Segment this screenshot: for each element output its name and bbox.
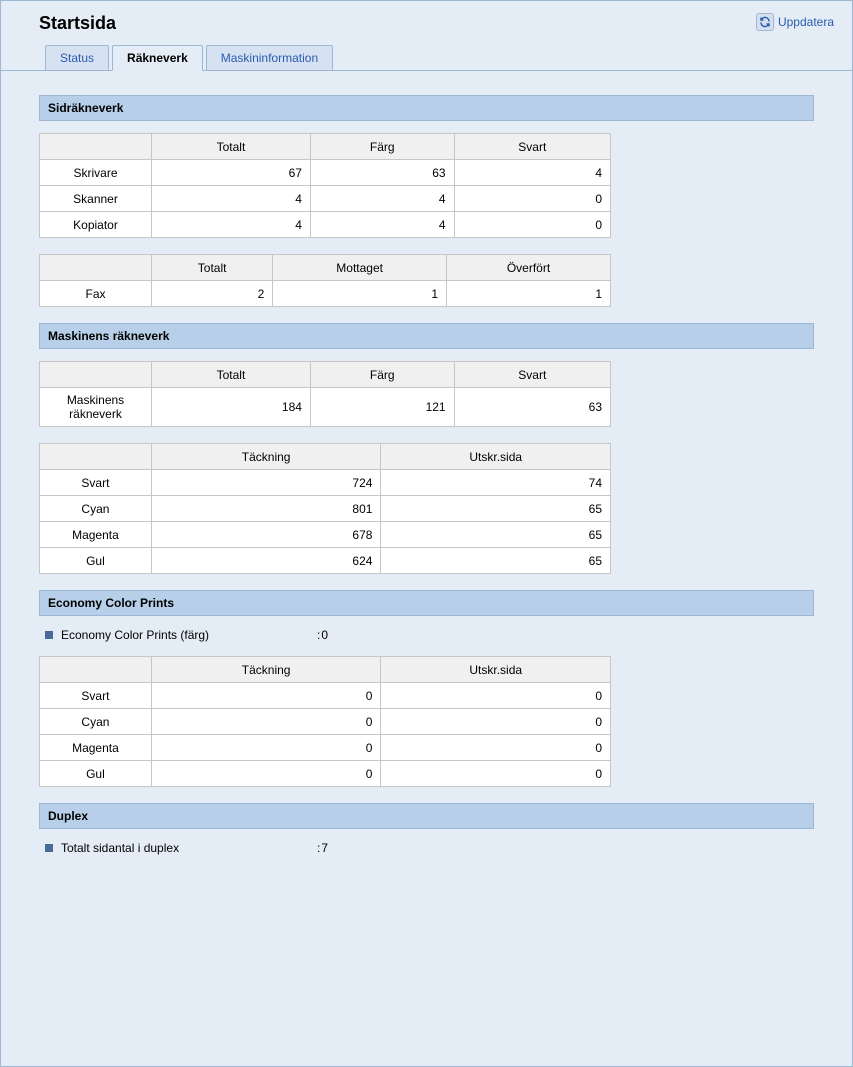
refresh-label: Uppdatera xyxy=(778,15,834,29)
row-label: Fax xyxy=(40,281,152,307)
refresh-icon xyxy=(756,13,774,31)
table-sidrakneverk: Totalt Färg Svart Skrivare 67 63 4 Skann… xyxy=(39,133,611,238)
economy-label: Economy Color Prints (färg) xyxy=(61,628,317,642)
table-row: Magenta 678 65 xyxy=(40,522,611,548)
tab-maskininformation[interactable]: Maskininformation xyxy=(206,45,333,71)
cell-value: 0 xyxy=(151,709,381,735)
cell-value: 4 xyxy=(454,160,610,186)
bullet-icon xyxy=(45,844,53,852)
kv-colon: : xyxy=(317,841,320,855)
table-row: Gul 624 65 xyxy=(40,548,611,574)
cell-value: 724 xyxy=(151,470,381,496)
table-row: Skanner 4 4 0 xyxy=(40,186,611,212)
cell-value: 624 xyxy=(151,548,381,574)
table-row: Svart 0 0 xyxy=(40,683,611,709)
row-label: Gul xyxy=(40,761,152,787)
section-maskinens: Maskinens räkneverk xyxy=(39,323,814,349)
cell-value: 63 xyxy=(310,160,454,186)
bullet-icon xyxy=(45,631,53,639)
row-label: Skrivare xyxy=(40,160,152,186)
col-utskr: Utskr.sida xyxy=(381,444,611,470)
row-label: Magenta xyxy=(40,735,152,761)
table-row: Cyan 0 0 xyxy=(40,709,611,735)
cell-value: 0 xyxy=(381,761,611,787)
col-overfort: Överfört xyxy=(447,255,611,281)
cell-value: 0 xyxy=(151,761,381,787)
cell-value: 184 xyxy=(152,388,311,427)
cell-value: 0 xyxy=(454,212,610,238)
row-label: Svart xyxy=(40,683,152,709)
table-row: Fax 2 1 1 xyxy=(40,281,611,307)
table-row: Svart 724 74 xyxy=(40,470,611,496)
table-economy-coverage: Täckning Utskr.sida Svart 0 0 Cyan 0 0 M… xyxy=(39,656,611,787)
duplex-total-row: Totalt sidantal i duplex : 7 xyxy=(45,841,814,855)
section-duplex: Duplex xyxy=(39,803,814,829)
col-totalt: Totalt xyxy=(152,134,311,160)
duplex-label: Totalt sidantal i duplex xyxy=(61,841,317,855)
row-label: Maskinens räkneverk xyxy=(40,388,152,427)
cell-value: 678 xyxy=(151,522,381,548)
col-farg: Färg xyxy=(310,362,454,388)
table-fax: Totalt Mottaget Överfört Fax 2 1 1 xyxy=(39,254,611,307)
row-label: Gul xyxy=(40,548,152,574)
cell-value: 0 xyxy=(454,186,610,212)
table-row: Cyan 801 65 xyxy=(40,496,611,522)
cell-value: 0 xyxy=(381,735,611,761)
row-label: Svart xyxy=(40,470,152,496)
cell-value: 1 xyxy=(447,281,611,307)
table-row: Magenta 0 0 xyxy=(40,735,611,761)
row-label: Cyan xyxy=(40,709,152,735)
tabs: Status Räkneverk Maskininformation xyxy=(1,44,852,71)
cell-value: 65 xyxy=(381,548,611,574)
cell-value: 0 xyxy=(151,683,381,709)
col-svart: Svart xyxy=(454,362,610,388)
cell-value: 4 xyxy=(310,212,454,238)
cell-value: 74 xyxy=(381,470,611,496)
cell-value: 63 xyxy=(454,388,610,427)
section-sidrakneverk: Sidräkneverk xyxy=(39,95,814,121)
col-svart: Svart xyxy=(454,134,610,160)
cell-value: 4 xyxy=(152,186,311,212)
refresh-button[interactable]: Uppdatera xyxy=(756,13,834,31)
table-row: Skrivare 67 63 4 xyxy=(40,160,611,186)
table-maskinens: Totalt Färg Svart Maskinens räkneverk 18… xyxy=(39,361,611,427)
col-farg: Färg xyxy=(310,134,454,160)
cell-value: 1 xyxy=(273,281,447,307)
cell-value: 0 xyxy=(381,709,611,735)
col-tackning: Täckning xyxy=(151,444,381,470)
col-totalt: Totalt xyxy=(152,362,311,388)
row-label: Skanner xyxy=(40,186,152,212)
duplex-value: 7 xyxy=(321,841,328,855)
cell-value: 65 xyxy=(381,496,611,522)
kv-colon: : xyxy=(317,628,320,642)
tab-raekneverk[interactable]: Räkneverk xyxy=(112,45,203,71)
row-label: Kopiator xyxy=(40,212,152,238)
economy-prints-row: Economy Color Prints (färg) : 0 xyxy=(45,628,814,642)
cell-value: 4 xyxy=(152,212,311,238)
cell-value: 121 xyxy=(310,388,454,427)
table-row: Kopiator 4 4 0 xyxy=(40,212,611,238)
economy-value: 0 xyxy=(321,628,328,642)
col-tackning: Täckning xyxy=(151,657,381,683)
page-title: Startsida xyxy=(39,13,116,34)
table-row: Gul 0 0 xyxy=(40,761,611,787)
content: Sidräkneverk Totalt Färg Svart Skrivare … xyxy=(1,95,852,889)
col-utskr: Utskr.sida xyxy=(381,657,611,683)
cell-value: 67 xyxy=(152,160,311,186)
table-coverage: Täckning Utskr.sida Svart 724 74 Cyan 80… xyxy=(39,443,611,574)
cell-value: 65 xyxy=(381,522,611,548)
cell-value: 0 xyxy=(381,683,611,709)
cell-value: 2 xyxy=(152,281,273,307)
row-label: Cyan xyxy=(40,496,152,522)
tab-status[interactable]: Status xyxy=(45,45,109,71)
cell-value: 4 xyxy=(310,186,454,212)
cell-value: 801 xyxy=(151,496,381,522)
col-mottaget: Mottaget xyxy=(273,255,447,281)
table-row: Maskinens räkneverk 184 121 63 xyxy=(40,388,611,427)
row-label: Magenta xyxy=(40,522,152,548)
section-economy: Economy Color Prints xyxy=(39,590,814,616)
cell-value: 0 xyxy=(151,735,381,761)
col-totalt: Totalt xyxy=(152,255,273,281)
